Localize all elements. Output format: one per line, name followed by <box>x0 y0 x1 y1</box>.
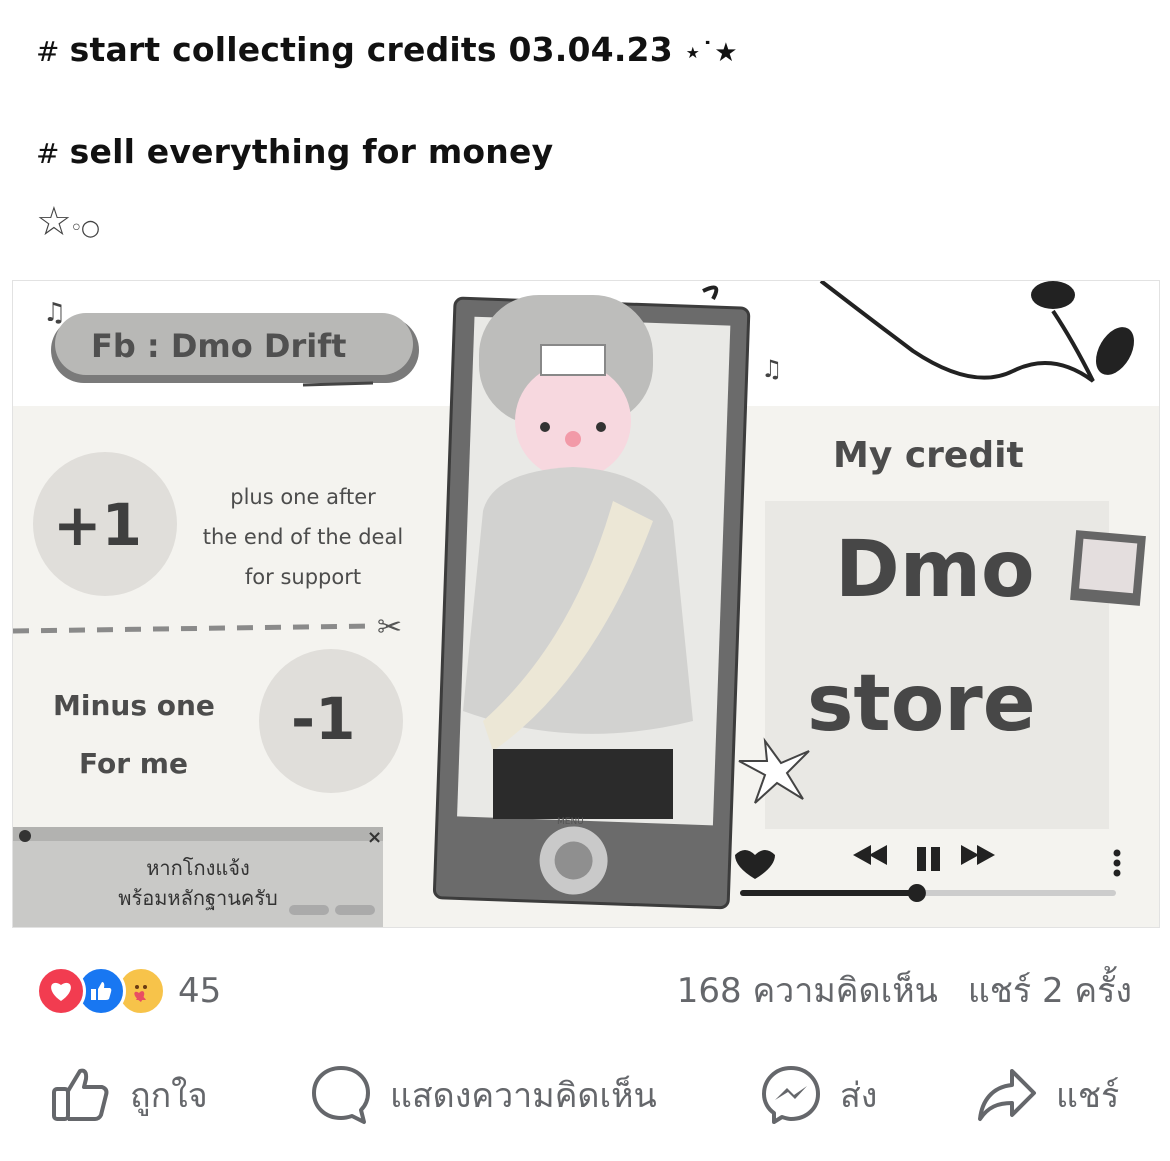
comment-label: แสดงความคิดเห็น <box>390 1076 657 1116</box>
minus-line-1: Minus one <box>53 689 215 722</box>
post-line-1-text: start collecting credits 03.04.23 <box>69 30 673 69</box>
photo-sticker-inner <box>1079 538 1138 594</box>
heart-icon <box>735 850 775 879</box>
more-icon <box>1113 849 1121 857</box>
hashtag-mark: # <box>36 35 60 68</box>
sparkle-decoration: ⋆˙★ <box>684 38 738 68</box>
messenger-icon <box>762 1066 820 1124</box>
credit-label: My credit <box>833 435 1024 476</box>
notice-line-2: พร้อมหลักฐานครับ <box>118 886 278 910</box>
reactions-summary[interactable]: 45 <box>36 966 221 1016</box>
like-label: ถูกใจ <box>130 1076 208 1116</box>
plus-one-description: plus one after the end of the deal for s… <box>183 477 423 597</box>
music-note-icon: ♫ <box>43 298 66 328</box>
minus-line-2: For me <box>79 747 188 780</box>
like-button[interactable]: ถูกใจ <box>50 1060 208 1130</box>
plus-one-badge: +1 <box>53 491 142 559</box>
post-stats: 168 ความคิดเห็น แชร์ 2 ครั้ง <box>677 966 1132 1016</box>
reaction-count: 45 <box>178 971 222 1011</box>
player-menu-label: MENU <box>557 817 584 827</box>
action-bar: ถูกใจ แสดงความคิดเห็น ส่ง แชร์ <box>0 1060 1170 1130</box>
post-line-2-text: sell everything for money <box>69 132 554 171</box>
store-name-line-1: Dmo <box>835 525 1035 615</box>
star-icon: ☆ <box>36 199 72 245</box>
fb-underline <box>302 381 374 387</box>
share-label: แชร์ <box>1056 1076 1120 1116</box>
notice-line-1: หากโกงแจ้ง <box>146 856 250 880</box>
share-icon <box>978 1069 1036 1121</box>
notice-dot <box>19 830 31 842</box>
dashed-divider <box>13 623 374 634</box>
comment-icon <box>312 1066 370 1124</box>
progress-knob <box>907 884 926 902</box>
notice-close-icon: × <box>367 827 383 848</box>
plus-line-2: the end of the deal <box>202 525 404 549</box>
plus-line-3: for support <box>244 565 362 589</box>
star-decoration: ☆◦○ <box>36 202 1136 249</box>
send-label: ส่ง <box>840 1076 878 1116</box>
notice-titlebar <box>13 827 383 841</box>
thumbs-up-icon <box>52 1068 109 1121</box>
shares-count[interactable]: แชร์ 2 ครั้ง <box>968 966 1132 1016</box>
circles-icon: ◦○ <box>69 216 100 241</box>
love-icon <box>36 966 86 1016</box>
music-note-icon: ♫ <box>761 355 783 383</box>
comments-count[interactable]: 168 ความคิดเห็น <box>677 966 938 1016</box>
scissors-icon: ✂ <box>377 610 402 645</box>
hashtag-mark: # <box>36 137 60 170</box>
post-line-1: # start collecting credits 03.04.23 ⋆˙★ <box>36 26 1136 74</box>
post-text: # start collecting credits 03.04.23 ⋆˙★ #… <box>36 26 1136 249</box>
earbud-left <box>1031 281 1075 309</box>
comment-button[interactable]: แสดงความคิดเห็น <box>310 1060 657 1130</box>
minus-one-description: Minus one For me <box>53 677 253 793</box>
minus-one-badge: -1 <box>291 685 356 753</box>
pause-icon <box>917 847 926 871</box>
fb-label: Fb : Dmo Drift <box>91 327 347 365</box>
post-line-2: # sell everything for money <box>36 128 1136 176</box>
rewind-icon <box>869 845 887 865</box>
share-button[interactable]: แชร์ <box>976 1060 1119 1130</box>
post-image[interactable]: ✂ ♫ ♫ Fb: Dmo Drift +1 plus one after t… <box>12 280 1160 928</box>
plus-line-1: plus one after <box>230 485 376 509</box>
notice-text: หากโกงแจ้ง พร้อมหลักฐานครับ <box>13 853 383 913</box>
send-button[interactable]: ส่ง <box>760 1060 877 1130</box>
store-name-line-2: store <box>807 659 1036 749</box>
fast-forward-icon <box>961 845 979 865</box>
